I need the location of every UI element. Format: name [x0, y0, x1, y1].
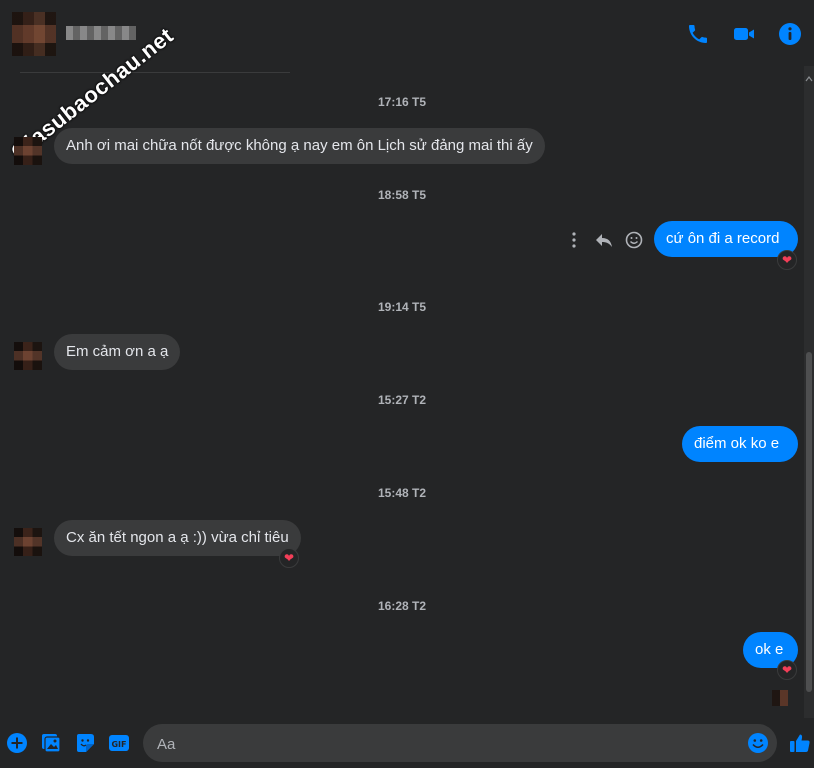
message-composer: GIF — [0, 718, 814, 768]
timestamp: 19:14 T5 — [377, 300, 427, 314]
incoming-message[interactable]: Em cảm ơn a ạ — [54, 334, 181, 370]
emoji-icon[interactable] — [747, 732, 769, 754]
info-icon[interactable] — [778, 22, 802, 46]
timestamp: 18:58 T5 — [377, 188, 427, 202]
heart-reaction-icon[interactable]: ❤ — [279, 548, 299, 568]
reply-icon[interactable] — [594, 229, 614, 251]
scrollbar[interactable] — [804, 66, 814, 718]
video-camera-icon[interactable] — [732, 22, 756, 46]
timestamp: 16:28 T2 — [377, 599, 427, 613]
sender-avatar[interactable] — [14, 528, 42, 556]
gif-icon[interactable]: GIF — [108, 732, 130, 754]
heart-reaction-icon[interactable]: ❤ — [777, 250, 797, 270]
timestamp: 15:48 T2 — [377, 486, 427, 500]
like-icon[interactable] — [789, 732, 811, 754]
outgoing-message[interactable]: điểm ok ko e — [682, 426, 798, 462]
message-input-container[interactable] — [143, 724, 777, 764]
scroll-up-arrow-icon[interactable] — [804, 70, 814, 82]
sender-avatar[interactable] — [14, 137, 42, 165]
incoming-message[interactable]: Anh ơi mai chữa nốt được không ạ nay em … — [54, 128, 545, 164]
more-options-icon[interactable] — [566, 229, 586, 251]
phone-icon[interactable] — [686, 22, 710, 46]
react-icon[interactable] — [624, 229, 644, 251]
sticker-icon[interactable] — [74, 732, 96, 754]
seen-indicator-avatar — [772, 690, 788, 706]
image-icon[interactable] — [40, 732, 62, 754]
plus-icon[interactable] — [6, 732, 28, 754]
contact-name-blurred[interactable] — [66, 26, 136, 40]
heart-reaction-icon[interactable]: ❤ — [777, 660, 797, 680]
message-input[interactable] — [155, 724, 739, 764]
messenger-chat-window: Giasubaochau.net 17:16 T5 Anh ơi mai chữ… — [0, 0, 814, 768]
timestamp: 15:27 T2 — [377, 393, 427, 407]
sender-avatar[interactable] — [14, 342, 42, 370]
scrollbar-thumb[interactable] — [806, 352, 812, 692]
timestamp: 17:16 T5 — [377, 95, 427, 109]
incoming-message[interactable]: Cx ăn tết ngon a ạ :)) vừa chỉ tiêu — [54, 520, 301, 556]
svg-text:GIF: GIF — [111, 740, 126, 749]
outgoing-message[interactable]: cứ ôn đi a record — [654, 221, 798, 257]
header-divider — [20, 66, 290, 73]
contact-avatar[interactable] — [12, 12, 56, 56]
